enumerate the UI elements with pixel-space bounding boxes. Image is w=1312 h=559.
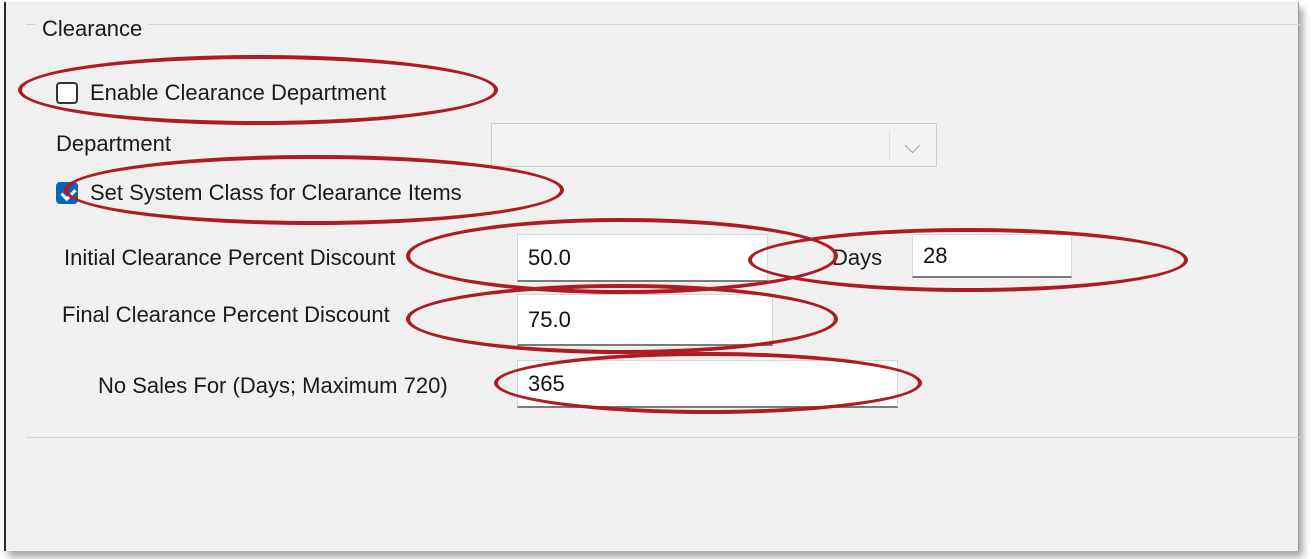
group-title: Clearance xyxy=(36,16,149,42)
clearance-settings-window: Clearance Enable Clearance Department De… xyxy=(4,2,1301,551)
department-label: Department xyxy=(56,131,171,156)
initial-discount-input[interactable] xyxy=(517,234,768,282)
final-discount-label: Final Clearance Percent Discount xyxy=(62,302,390,327)
department-dropdown[interactable] xyxy=(491,123,937,167)
days-input[interactable] xyxy=(912,234,1072,278)
set-system-class-checkbox[interactable] xyxy=(56,182,78,204)
set-system-class-label: Set System Class for Clearance Items xyxy=(90,180,462,205)
enable-clearance-checkbox[interactable] xyxy=(56,82,78,104)
initial-discount-label: Initial Clearance Percent Discount xyxy=(64,245,396,270)
final-discount-input[interactable] xyxy=(517,294,773,346)
days-label: Days xyxy=(832,245,883,270)
no-sales-label: No Sales For (Days; Maximum 720) xyxy=(98,373,448,398)
chevron-down-icon xyxy=(904,137,921,154)
no-sales-input[interactable] xyxy=(517,360,898,408)
enable-clearance-label: Enable Clearance Department xyxy=(90,80,386,105)
